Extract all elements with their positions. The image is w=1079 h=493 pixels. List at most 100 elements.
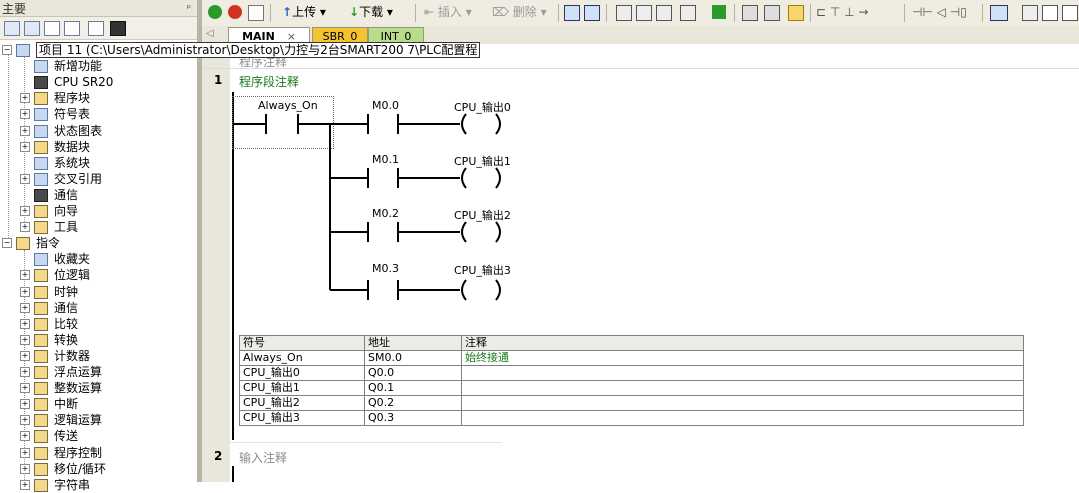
- tree-item-label: 移位/循环: [54, 461, 107, 476]
- edit-icon[interactable]: [1042, 5, 1058, 21]
- compile-icon[interactable]: [248, 5, 264, 21]
- stop-icon[interactable]: [228, 5, 242, 19]
- table-row: CPU_输出2 Q0.2: [239, 395, 1024, 411]
- expand-toggle-icon[interactable]: +: [20, 479, 30, 490]
- coil-1-right: [495, 167, 501, 189]
- expand-toggle-icon[interactable]: +: [20, 399, 30, 410]
- toolbar-separator: [270, 4, 271, 22]
- tree-tool-2-icon[interactable]: [24, 21, 40, 36]
- ladder-branch-icons[interactable]: ⊏ ⊤ ⊥ →: [816, 4, 868, 21]
- column-header: 注释: [461, 335, 1024, 351]
- tree-node-icon: [34, 398, 48, 412]
- expand-toggle-icon[interactable]: +: [20, 109, 30, 120]
- expand-toggle-icon[interactable]: +: [20, 318, 30, 329]
- table-cell: Q0.3: [364, 410, 462, 426]
- coil-label: CPU_输出3: [454, 264, 511, 277]
- note-icon[interactable]: [1062, 5, 1078, 21]
- expand-toggle-icon[interactable]: −: [2, 45, 12, 55]
- coil-label: CPU_输出1: [454, 155, 511, 168]
- tree-item-label: 程序块: [54, 91, 91, 106]
- toolbar-separator: [415, 4, 416, 22]
- run-icon[interactable]: [208, 5, 222, 19]
- expand-toggle-icon[interactable]: +: [20, 415, 30, 426]
- toolbar-separator: [904, 4, 905, 22]
- expand-toggle-icon[interactable]: +: [20, 93, 30, 104]
- table-row: CPU_输出3 Q0.3: [239, 410, 1024, 426]
- tree-node-icon: [34, 253, 48, 267]
- pin-icon[interactable]: ₚ: [187, 0, 191, 11]
- upload-arrow-icon: ↑: [282, 5, 293, 19]
- key-icon[interactable]: [788, 5, 804, 21]
- tool-c-icon[interactable]: [656, 5, 672, 21]
- expand-toggle-icon[interactable]: +: [20, 463, 30, 474]
- tree-item-label: 收藏夹: [54, 252, 91, 267]
- contact-label: M0.3: [372, 262, 399, 275]
- tree-node-icon: [34, 156, 48, 170]
- delete-button[interactable]: ⌦ 删除 ▾: [492, 4, 547, 21]
- expand-toggle-icon[interactable]: +: [20, 334, 30, 345]
- tree-item-label: 交叉引用: [54, 171, 103, 186]
- coil-label: CPU_输出0: [454, 101, 511, 114]
- unlock-icon[interactable]: [764, 5, 780, 21]
- expand-toggle-icon[interactable]: +: [20, 286, 30, 297]
- tree-node-icon: [34, 478, 48, 492]
- coil-2-left: [461, 221, 467, 243]
- tree-tool-6-icon[interactable]: [110, 21, 126, 36]
- expand-toggle-icon[interactable]: +: [20, 383, 30, 394]
- tree-tool-1-icon[interactable]: [4, 21, 20, 36]
- main-toolbar: ↑上传 ▾ ↓下载 ▾ ⇤ 插入 ▾ ⌦ 删除 ▾ ⊏ ⊤ ⊥ → ⊣⊢ ◁ ⊣…: [202, 0, 1079, 27]
- expand-toggle-icon[interactable]: +: [20, 350, 30, 361]
- tree-tool-4-icon[interactable]: [64, 21, 80, 36]
- network-icon[interactable]: [564, 5, 580, 21]
- table-cell: SM0.0: [364, 350, 462, 366]
- download-button[interactable]: ↓下载 ▾: [349, 4, 393, 21]
- expand-toggle-icon[interactable]: +: [20, 447, 30, 458]
- table-cell: CPU_输出3: [239, 410, 365, 426]
- table-cell: Q0.0: [364, 365, 462, 381]
- expand-toggle-icon[interactable]: +: [20, 270, 30, 281]
- tree-tool-5-icon[interactable]: [88, 21, 104, 36]
- table-cell: Always_On: [239, 350, 365, 366]
- expand-toggle-icon[interactable]: +: [20, 222, 30, 233]
- tree-node-icon: [34, 285, 48, 299]
- expand-toggle-icon[interactable]: +: [20, 206, 30, 216]
- tree-item-label: 数据块: [54, 139, 91, 154]
- expand-toggle-icon[interactable]: +: [20, 141, 30, 152]
- tree-tool-3-icon[interactable]: [44, 21, 60, 36]
- tree-node-icon: [34, 349, 48, 363]
- contact-label: M0.1: [372, 153, 399, 166]
- tree-item-label: 位逻辑: [54, 268, 91, 283]
- upload-button[interactable]: ↑上传 ▾: [282, 4, 326, 21]
- expand-toggle-icon[interactable]: +: [20, 173, 30, 184]
- expand-toggle-icon[interactable]: +: [20, 125, 30, 136]
- coil-0-left: [461, 113, 467, 135]
- coil-1-left: [461, 167, 467, 189]
- tree-toolbar: [0, 17, 197, 40]
- symbol-table: 符号 地址 注释 Always_On SM0.0 始终接通 CPU_输出0 Q0…: [239, 335, 1024, 426]
- view-icon[interactable]: [990, 5, 1008, 21]
- tool-a-icon[interactable]: [616, 5, 632, 21]
- network-comment[interactable]: 输入注释: [239, 449, 287, 466]
- tree-item-label: 浮点运算: [54, 365, 103, 379]
- scroll-left-icon[interactable]: ◁: [206, 28, 214, 39]
- toolbar-separator: [734, 4, 735, 22]
- tool-b-icon[interactable]: [636, 5, 652, 21]
- table-icon[interactable]: [1022, 5, 1038, 21]
- tree-item-label: 逻辑运算: [54, 413, 103, 428]
- expand-toggle-icon[interactable]: +: [20, 302, 30, 313]
- go-icon[interactable]: [712, 5, 726, 19]
- tool-d-icon[interactable]: [680, 5, 696, 21]
- table-cell: CPU_输出2: [239, 395, 365, 411]
- network-2-icon[interactable]: [584, 5, 600, 21]
- tree-item-label: 指令: [36, 236, 61, 251]
- expand-toggle-icon[interactable]: −: [2, 238, 12, 249]
- tree-node-icon: [34, 221, 48, 235]
- ladder-element-icons[interactable]: ⊣⊢ ◁ ⊣▯: [912, 4, 967, 21]
- insert-button[interactable]: ⇤ 插入 ▾: [424, 4, 472, 21]
- expand-toggle-icon[interactable]: +: [20, 367, 30, 377]
- expand-toggle-icon[interactable]: +: [20, 431, 30, 442]
- lock-icon[interactable]: [742, 5, 758, 21]
- toolbar-separator: [982, 4, 983, 22]
- download-arrow-icon: ↓: [349, 5, 360, 19]
- tree-node-icon: [34, 414, 48, 428]
